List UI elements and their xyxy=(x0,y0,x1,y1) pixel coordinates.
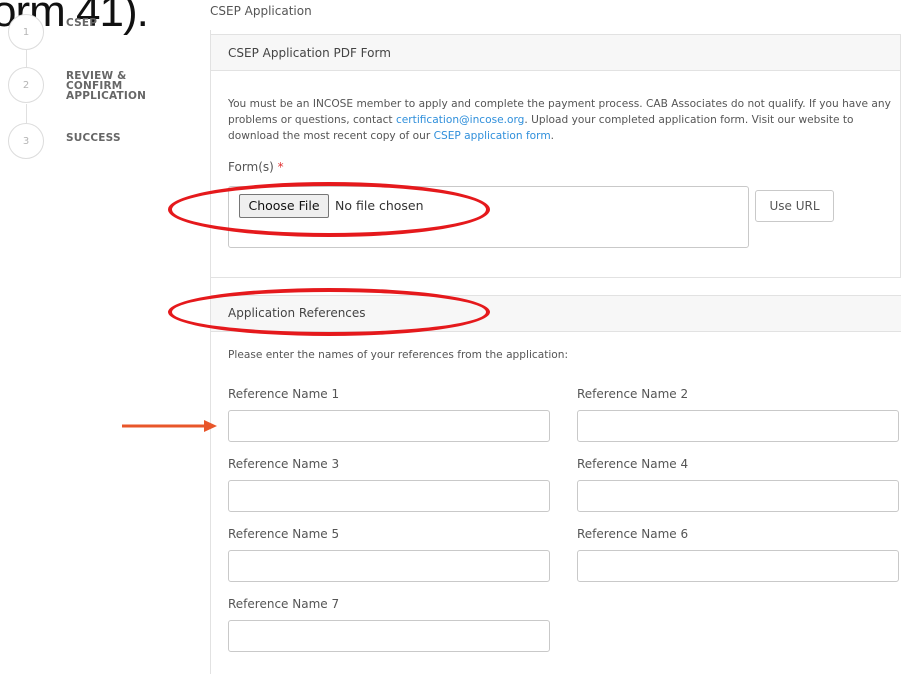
csep-application-form-link[interactable]: CSEP application form xyxy=(434,130,551,142)
reference-name-5-label: Reference Name 5 xyxy=(228,527,340,541)
step-label: CSEP xyxy=(66,17,98,29)
use-url-button[interactable]: Use URL xyxy=(755,190,834,222)
reference-name-7-label: Reference Name 7 xyxy=(228,597,340,611)
reference-name-6-input[interactable] xyxy=(577,550,899,582)
reference-name-4-input[interactable] xyxy=(577,480,899,512)
pdf-form-panel-header: CSEP Application PDF Form xyxy=(211,34,901,71)
choose-file-button[interactable]: Choose File xyxy=(239,194,329,218)
certification-email-link[interactable]: certification@incose.org xyxy=(396,114,524,126)
step-number: 3 xyxy=(8,123,44,159)
step-csep[interactable]: 1 CSEP xyxy=(8,14,198,64)
step-number: 1 xyxy=(8,14,44,50)
no-file-chosen-text: No file chosen xyxy=(335,198,424,213)
required-asterisk: * xyxy=(277,160,284,174)
reference-name-5-input[interactable] xyxy=(228,550,550,582)
page-title: CSEP Application xyxy=(210,4,312,18)
reference-name-2-input[interactable] xyxy=(577,410,899,442)
reference-name-6-label: Reference Name 6 xyxy=(577,527,689,541)
reference-name-3-input[interactable] xyxy=(228,480,550,512)
arrow-right-icon xyxy=(122,420,217,432)
reference-name-2-label: Reference Name 2 xyxy=(577,387,689,401)
step-number: 2 xyxy=(8,67,44,103)
reference-name-4-label: Reference Name 4 xyxy=(577,457,689,471)
content-left-border xyxy=(210,30,211,674)
reference-name-1-input[interactable] xyxy=(228,410,550,442)
references-instructions: Please enter the names of your reference… xyxy=(228,349,569,361)
forms-label: Form(s) * xyxy=(228,160,284,174)
step-success[interactable]: 3 SUCCESS xyxy=(8,123,198,173)
reference-name-1-label: Reference Name 1 xyxy=(228,387,340,401)
pdf-form-instructions: You must be an INCOSE member to apply an… xyxy=(228,98,891,142)
step-label: REVIEW & CONFIRM APPLICATION xyxy=(66,70,147,102)
step-review-confirm[interactable]: 2 REVIEW & CONFIRM APPLICATION xyxy=(8,67,198,117)
reference-name-7-input[interactable] xyxy=(228,620,550,652)
panel-bottom-border xyxy=(211,277,901,278)
reference-name-3-label: Reference Name 3 xyxy=(228,457,340,471)
step-label: SUCCESS xyxy=(66,132,121,144)
references-panel-header: Application References xyxy=(211,295,901,332)
